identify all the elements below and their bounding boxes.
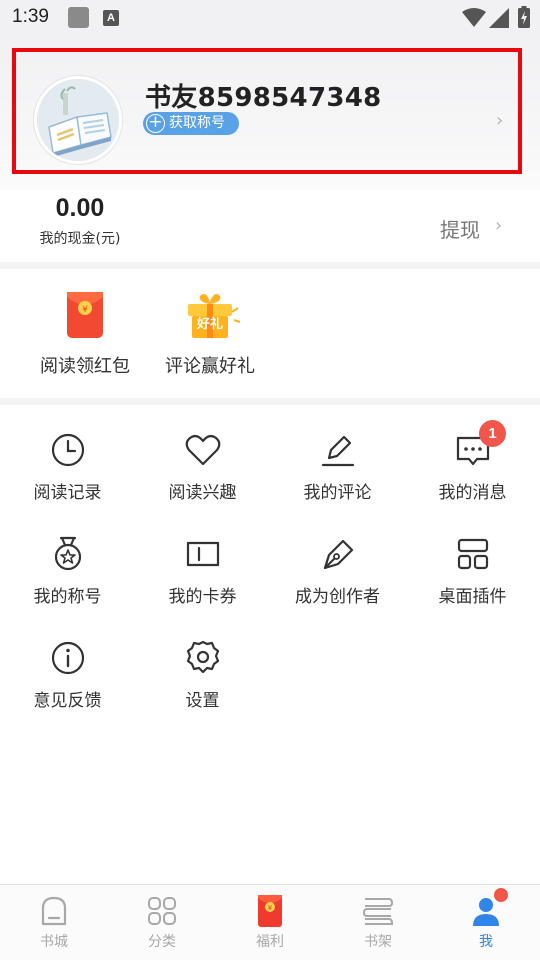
red-envelope-icon: ¥ bbox=[253, 894, 287, 928]
nav-welfare[interactable]: ¥ 福利 bbox=[216, 885, 324, 960]
red-envelope-icon: ¥ bbox=[53, 290, 117, 340]
chevron-right-icon[interactable]: › bbox=[495, 215, 502, 236]
pencil-icon bbox=[318, 430, 358, 470]
status-bar: 1:39 A bbox=[0, 0, 540, 36]
clock-icon bbox=[48, 430, 88, 470]
bookshelf-icon bbox=[361, 894, 395, 928]
info-icon bbox=[48, 638, 88, 678]
promo-comment-gift[interactable]: 好礼 评论赢好礼 bbox=[150, 290, 270, 378]
nav-label: 福利 bbox=[256, 934, 284, 950]
promo-read-red-envelope[interactable]: ¥ 阅读领红包 bbox=[25, 290, 145, 378]
menu-label: 设置 bbox=[185, 691, 220, 711]
bookstore-icon bbox=[37, 894, 71, 928]
nav-label: 分类 bbox=[148, 934, 176, 950]
medal-icon bbox=[48, 534, 88, 574]
coupon-icon bbox=[183, 534, 223, 574]
bottom-nav: 书城 分类 ¥ 福利 书架 我 bbox=[0, 884, 540, 960]
svg-text:¥: ¥ bbox=[268, 904, 273, 912]
nav-me[interactable]: 我 bbox=[432, 885, 540, 960]
menu-label: 我的消息 bbox=[438, 483, 507, 503]
cash-label: 我的现金(元) bbox=[39, 231, 121, 247]
menu-reading-interest[interactable]: 阅读兴趣 bbox=[135, 430, 270, 503]
category-icon bbox=[145, 894, 179, 928]
username: 书友8598547348 bbox=[145, 83, 382, 113]
section-divider bbox=[0, 398, 540, 405]
menu-my-titles[interactable]: 我的称号 bbox=[0, 534, 135, 607]
gift-icon-text: 好礼 bbox=[196, 317, 223, 332]
get-title-label: 获取称号 bbox=[169, 115, 225, 131]
cellular-icon bbox=[489, 8, 509, 28]
notification-dot bbox=[494, 888, 508, 902]
menu-become-creator[interactable]: 成为创作者 bbox=[270, 534, 405, 607]
pen-nib-icon bbox=[318, 534, 358, 574]
nav-bookshelf[interactable]: 书架 bbox=[324, 885, 432, 960]
menu-my-messages[interactable]: 我的消息 bbox=[405, 430, 540, 503]
promo-label: 阅读领红包 bbox=[40, 356, 130, 377]
promo-label: 评论赢好礼 bbox=[165, 356, 255, 377]
gift-box-icon: 好礼 bbox=[178, 290, 242, 340]
menu-feedback[interactable]: 意见反馈 bbox=[0, 638, 135, 711]
nav-bookstore[interactable]: 书城 bbox=[0, 885, 108, 960]
widget-icon bbox=[453, 534, 493, 574]
menu-label: 桌面插件 bbox=[438, 587, 507, 607]
unread-badge: 1 bbox=[479, 420, 506, 447]
plus-icon: + bbox=[146, 114, 165, 133]
get-title-button[interactable]: + 获取称号 bbox=[143, 112, 239, 135]
notification-app-icon bbox=[68, 7, 89, 28]
avatar[interactable] bbox=[34, 76, 122, 164]
nav-category[interactable]: 分类 bbox=[108, 885, 216, 960]
menu-label: 阅读兴趣 bbox=[168, 483, 237, 503]
battery-charging-icon bbox=[518, 6, 530, 28]
wallet-row: 0.00 我的现金(元) 提现 › bbox=[0, 190, 540, 262]
menu-settings[interactable]: 设置 bbox=[135, 638, 270, 711]
nav-label: 书城 bbox=[40, 934, 68, 950]
nav-label: 书架 bbox=[364, 934, 392, 950]
menu-label: 阅读记录 bbox=[33, 483, 102, 503]
menu-label: 我的卡券 bbox=[168, 587, 237, 607]
menu-reading-history[interactable]: 阅读记录 bbox=[0, 430, 135, 503]
cash-amount: 0.00 bbox=[55, 194, 105, 222]
chevron-right-icon[interactable]: › bbox=[496, 110, 503, 131]
menu-label: 成为创作者 bbox=[295, 587, 380, 607]
menu-my-comments[interactable]: 我的评论 bbox=[270, 430, 405, 503]
notification-a-icon: A bbox=[103, 10, 119, 26]
heart-icon bbox=[183, 430, 223, 470]
svg-text:¥: ¥ bbox=[82, 305, 88, 315]
menu-desktop-widget[interactable]: 桌面插件 bbox=[405, 534, 540, 607]
status-time: 1:39 bbox=[12, 6, 49, 27]
withdraw-button[interactable]: 提现 bbox=[440, 214, 480, 243]
menu-label: 我的评论 bbox=[303, 483, 372, 503]
nav-label: 我 bbox=[479, 934, 493, 950]
section-divider bbox=[0, 262, 540, 269]
wifi-icon bbox=[462, 8, 486, 27]
menu-label: 意见反馈 bbox=[33, 691, 102, 711]
menu-my-coupons[interactable]: 我的卡券 bbox=[135, 534, 270, 607]
menu-label: 我的称号 bbox=[33, 587, 102, 607]
gear-icon bbox=[183, 638, 223, 678]
